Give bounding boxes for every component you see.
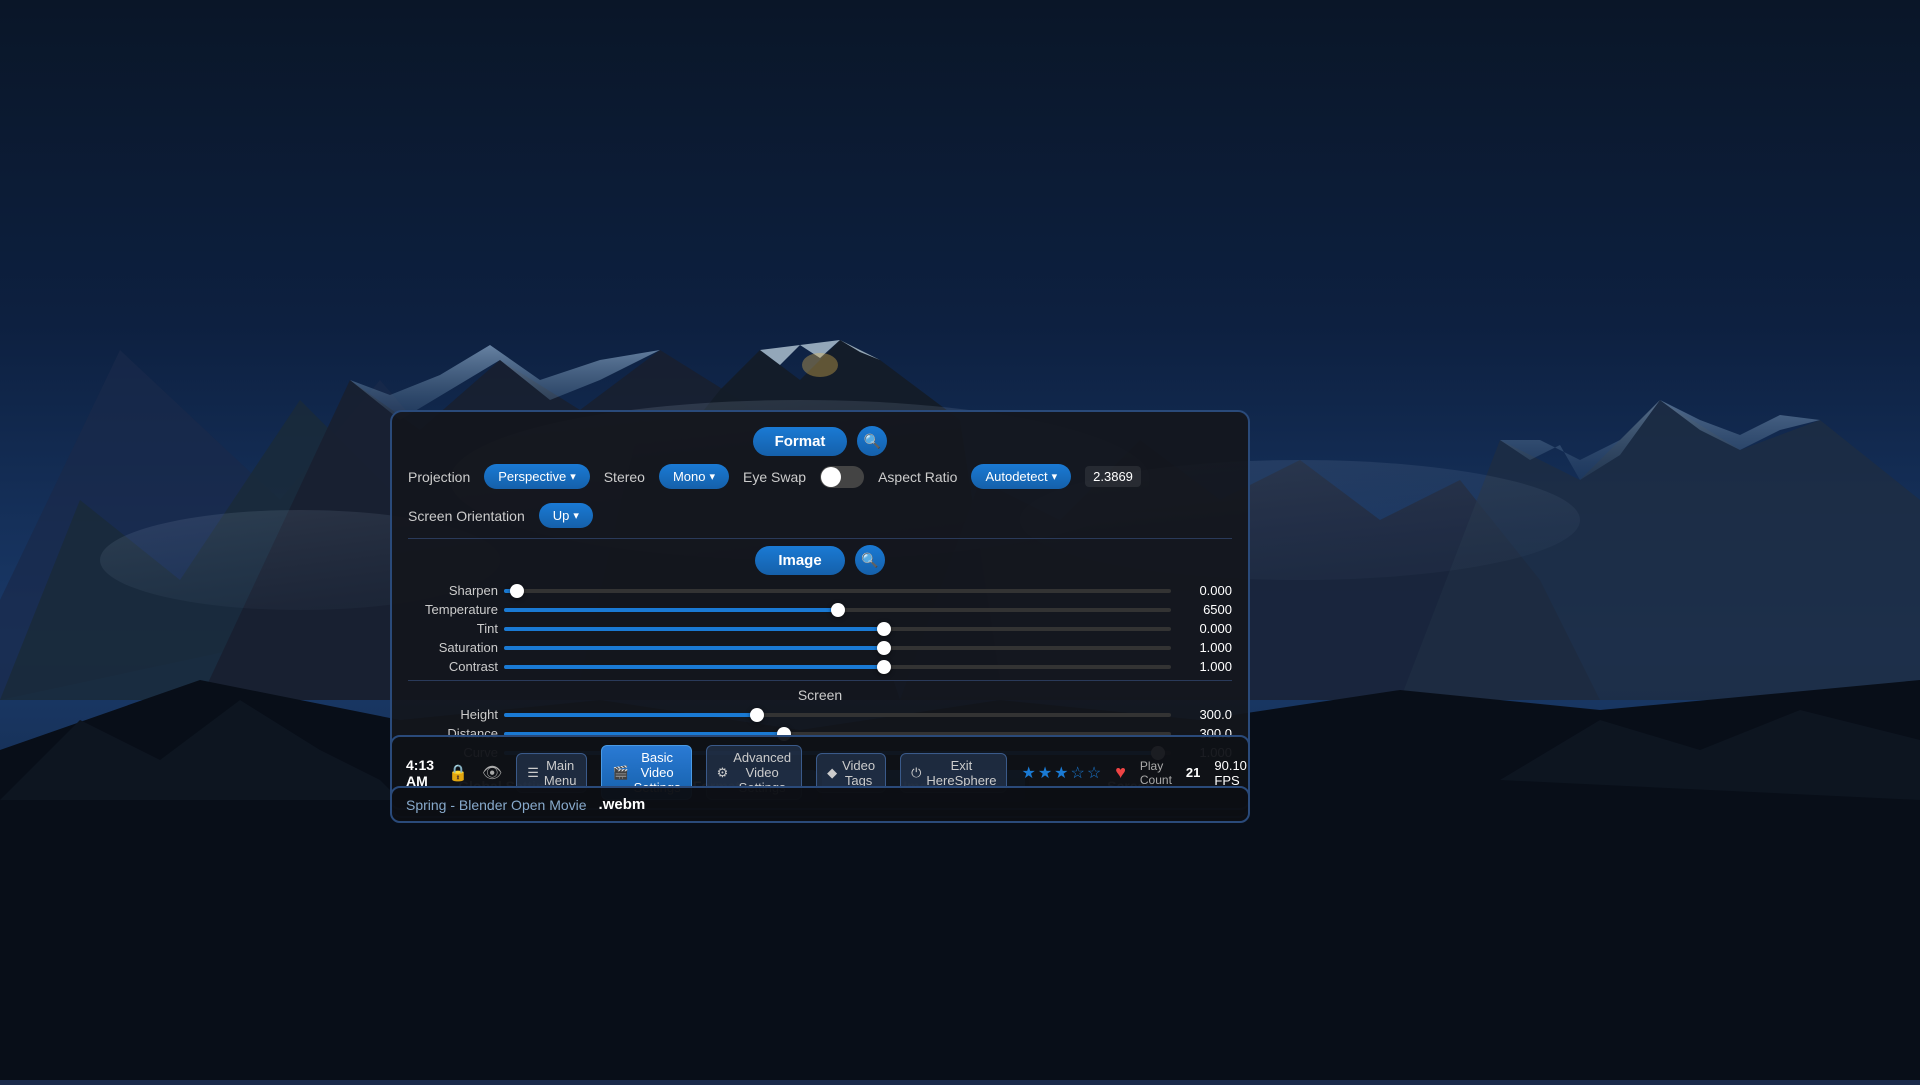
star-5[interactable]: ☆ bbox=[1087, 763, 1101, 783]
screen-slider-value-0: 300.0 bbox=[1177, 707, 1232, 722]
file-bar: Spring - Blender Open Movie .webm bbox=[390, 786, 1250, 823]
screen-slider-row-height: Height 300.0 bbox=[408, 707, 1232, 722]
slider-value-0: 0.000 bbox=[1177, 583, 1232, 598]
slider-fill-4 bbox=[504, 665, 884, 669]
eye-swap-toggle[interactable] bbox=[820, 466, 864, 488]
slider-track-1[interactable] bbox=[504, 608, 1171, 612]
screen-slider-label-0: Height bbox=[408, 707, 498, 722]
image-sliders: Sharpen 0.000 Temperature 6500 Tint 0.00… bbox=[408, 583, 1232, 674]
tag-icon: ◆ bbox=[827, 765, 837, 781]
slider-knob-0[interactable] bbox=[510, 584, 524, 598]
projection-row: Projection Perspective Stereo Mono Eye S… bbox=[408, 464, 1232, 528]
basic-video-icon: 🎬 bbox=[612, 765, 628, 781]
slider-knob-3[interactable] bbox=[877, 641, 891, 655]
star-rating[interactable]: ★★★☆☆ bbox=[1021, 763, 1101, 783]
slider-row-temperature: Temperature 6500 bbox=[408, 602, 1232, 617]
projection-dropdown[interactable]: Perspective bbox=[484, 464, 589, 489]
screen-orientation-label: Screen Orientation bbox=[408, 508, 525, 524]
format-search-icon[interactable]: 🔍 bbox=[857, 426, 887, 456]
gear-icon: ⚙ bbox=[717, 765, 729, 781]
power-icon: ⏻ bbox=[911, 765, 921, 781]
image-search-icon[interactable]: 🔍 bbox=[855, 545, 885, 575]
slider-fill-1 bbox=[504, 608, 838, 612]
slider-row-tint: Tint 0.000 bbox=[408, 621, 1232, 636]
play-count-label: Play Count bbox=[1140, 759, 1172, 787]
screen-slider-knob-0[interactable] bbox=[750, 708, 764, 722]
toggle-knob bbox=[821, 467, 841, 487]
star-4[interactable]: ☆ bbox=[1071, 763, 1085, 783]
slider-knob-2[interactable] bbox=[877, 622, 891, 636]
slider-knob-1[interactable] bbox=[831, 603, 845, 617]
divider-2 bbox=[408, 680, 1232, 681]
slider-row-saturation: Saturation 1.000 bbox=[408, 640, 1232, 655]
screen-section-label: Screen bbox=[408, 687, 1232, 703]
image-row: Image 🔍 bbox=[408, 545, 1232, 575]
slider-fill-3 bbox=[504, 646, 884, 650]
divider-1 bbox=[408, 538, 1232, 539]
eye-icon[interactable]: 👁 bbox=[482, 763, 502, 783]
image-button[interactable]: Image bbox=[755, 546, 845, 575]
screen-slider-fill-0 bbox=[504, 713, 757, 717]
file-prefix: Spring - Blender Open Movie bbox=[406, 797, 587, 813]
slider-label-4: Contrast bbox=[408, 659, 498, 674]
heart-icon[interactable]: ♥ bbox=[1115, 762, 1126, 783]
fps-display: 90.10 FPS bbox=[1214, 758, 1247, 788]
slider-value-3: 1.000 bbox=[1177, 640, 1232, 655]
format-row: Format 🔍 bbox=[408, 426, 1232, 456]
file-extension: .webm bbox=[599, 796, 646, 813]
star-1[interactable]: ★ bbox=[1021, 763, 1035, 783]
exit-label: Exit HereSphere bbox=[926, 758, 996, 788]
slider-label-1: Temperature bbox=[408, 602, 498, 617]
slider-fill-2 bbox=[504, 627, 884, 631]
projection-label: Projection bbox=[408, 469, 470, 485]
star-2[interactable]: ★ bbox=[1038, 763, 1052, 783]
stereo-dropdown[interactable]: Mono bbox=[659, 464, 729, 489]
slider-row-contrast: Contrast 1.000 bbox=[408, 659, 1232, 674]
aspect-ratio-value: 2.3869 bbox=[1085, 466, 1141, 487]
aspect-ratio-dropdown[interactable]: Autodetect bbox=[971, 464, 1071, 489]
slider-track-0[interactable] bbox=[504, 589, 1171, 593]
play-count-value: 21 bbox=[1186, 765, 1200, 780]
status-time: 4:13 AM bbox=[406, 757, 434, 789]
aspect-ratio-label: Aspect Ratio bbox=[878, 469, 957, 485]
format-button[interactable]: Format bbox=[753, 427, 848, 456]
slider-track-2[interactable] bbox=[504, 627, 1171, 631]
eye-swap-label: Eye Swap bbox=[743, 469, 806, 485]
slider-value-1: 6500 bbox=[1177, 602, 1232, 617]
slider-label-2: Tint bbox=[408, 621, 498, 636]
main-menu-label: Main Menu bbox=[544, 758, 577, 788]
lock-icon[interactable]: 🔒 bbox=[448, 763, 468, 783]
video-tags-label: Video Tags bbox=[842, 758, 875, 788]
screen-slider-track-0[interactable] bbox=[504, 713, 1171, 717]
slider-label-0: Sharpen bbox=[408, 583, 498, 598]
slider-knob-4[interactable] bbox=[877, 660, 891, 674]
slider-value-4: 1.000 bbox=[1177, 659, 1232, 674]
slider-value-2: 0.000 bbox=[1177, 621, 1232, 636]
slider-track-4[interactable] bbox=[504, 665, 1171, 669]
slider-track-3[interactable] bbox=[504, 646, 1171, 650]
slider-label-3: Saturation bbox=[408, 640, 498, 655]
menu-icon: ☰ bbox=[527, 765, 539, 781]
slider-row-sharpen: Sharpen 0.000 bbox=[408, 583, 1232, 598]
stereo-label: Stereo bbox=[604, 469, 645, 485]
screen-orientation-dropdown[interactable]: Up bbox=[539, 503, 593, 528]
star-3[interactable]: ★ bbox=[1054, 763, 1068, 783]
